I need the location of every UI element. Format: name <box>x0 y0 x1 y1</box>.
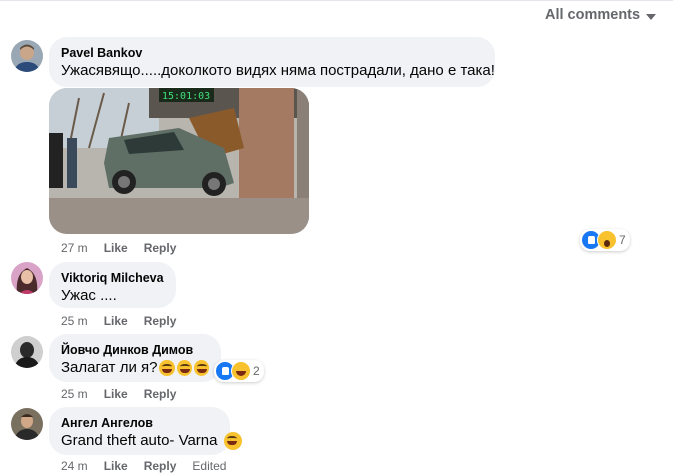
comment-time[interactable]: 24 m <box>61 459 88 473</box>
comment-time[interactable]: 27 m <box>61 241 88 255</box>
like-button[interactable]: Like <box>104 241 128 255</box>
all-comments-dropdown[interactable]: All comments <box>545 7 657 23</box>
laughing-emoji-icon <box>193 360 210 376</box>
avatar[interactable] <box>11 40 43 72</box>
wow-icon <box>597 230 617 250</box>
comment-text: Ужас .... <box>61 287 117 304</box>
comment-bubble: Йовчо Динков Димов Залагат ли я? <box>49 334 221 382</box>
comment-text-row: Залагат ли я? <box>61 358 210 378</box>
edited-label: Edited <box>192 459 227 473</box>
reaction-count: 2 <box>253 364 260 378</box>
reply-button[interactable]: Reply <box>144 314 177 328</box>
like-button[interactable]: Like <box>104 459 128 473</box>
comment-meta: 27 m Like Reply <box>61 241 176 255</box>
comment-time[interactable]: 25 m <box>61 387 88 401</box>
reaction-summary[interactable]: 2 <box>214 360 264 382</box>
like-button[interactable]: Like <box>104 387 128 401</box>
comment-meta: 25 m Like Reply <box>61 314 176 328</box>
comment-bubble: Viktoriq Milcheva Ужас .... <box>49 262 176 308</box>
comment-bubble: Ангел Ангелов Grand theft auto- Varna <box>49 407 230 455</box>
comment-photo[interactable]: 15:01:03 <box>49 88 309 234</box>
reply-button[interactable]: Reply <box>144 387 177 401</box>
all-comments-label: All comments <box>545 7 641 23</box>
clock-display: 15:01:03 <box>162 91 210 102</box>
comment-author[interactable]: Viktoriq Milcheva <box>61 270 164 286</box>
comment-bubble: Pavel Bankov Ужасявящо.....доколкото вид… <box>49 37 495 87</box>
grinning-emoji-icon <box>224 432 242 450</box>
top-divider <box>0 0 673 1</box>
reply-button[interactable]: Reply <box>144 459 177 473</box>
reaction-count: 7 <box>619 233 626 247</box>
laughing-emoji-icon <box>176 360 192 376</box>
comment-text: Ужасявящо.....доколкото видях няма постр… <box>61 62 495 79</box>
avatar[interactable] <box>11 408 43 440</box>
reply-button[interactable]: Reply <box>144 241 177 255</box>
comment-author[interactable]: Pavel Bankov <box>61 45 483 61</box>
comment-meta: 25 m Like Reply <box>61 387 176 401</box>
reaction-summary[interactable]: 7 <box>580 229 630 251</box>
comment-text: Grand theft auto- Varna <box>61 432 218 449</box>
comment-meta: 24 m Like Reply Edited <box>61 459 226 473</box>
like-button[interactable]: Like <box>104 314 128 328</box>
comment-time[interactable]: 25 m <box>61 314 88 328</box>
comment-author[interactable]: Йовчо Динков Димов <box>61 342 209 358</box>
laughing-emoji-icon <box>159 360 175 376</box>
chevron-down-icon <box>646 13 657 20</box>
comment-author[interactable]: Ангел Ангелов <box>61 415 218 431</box>
avatar[interactable] <box>11 262 43 294</box>
comment-text: Залагат ли я? <box>61 359 158 376</box>
haha-icon <box>231 361 251 381</box>
avatar[interactable] <box>11 336 43 368</box>
